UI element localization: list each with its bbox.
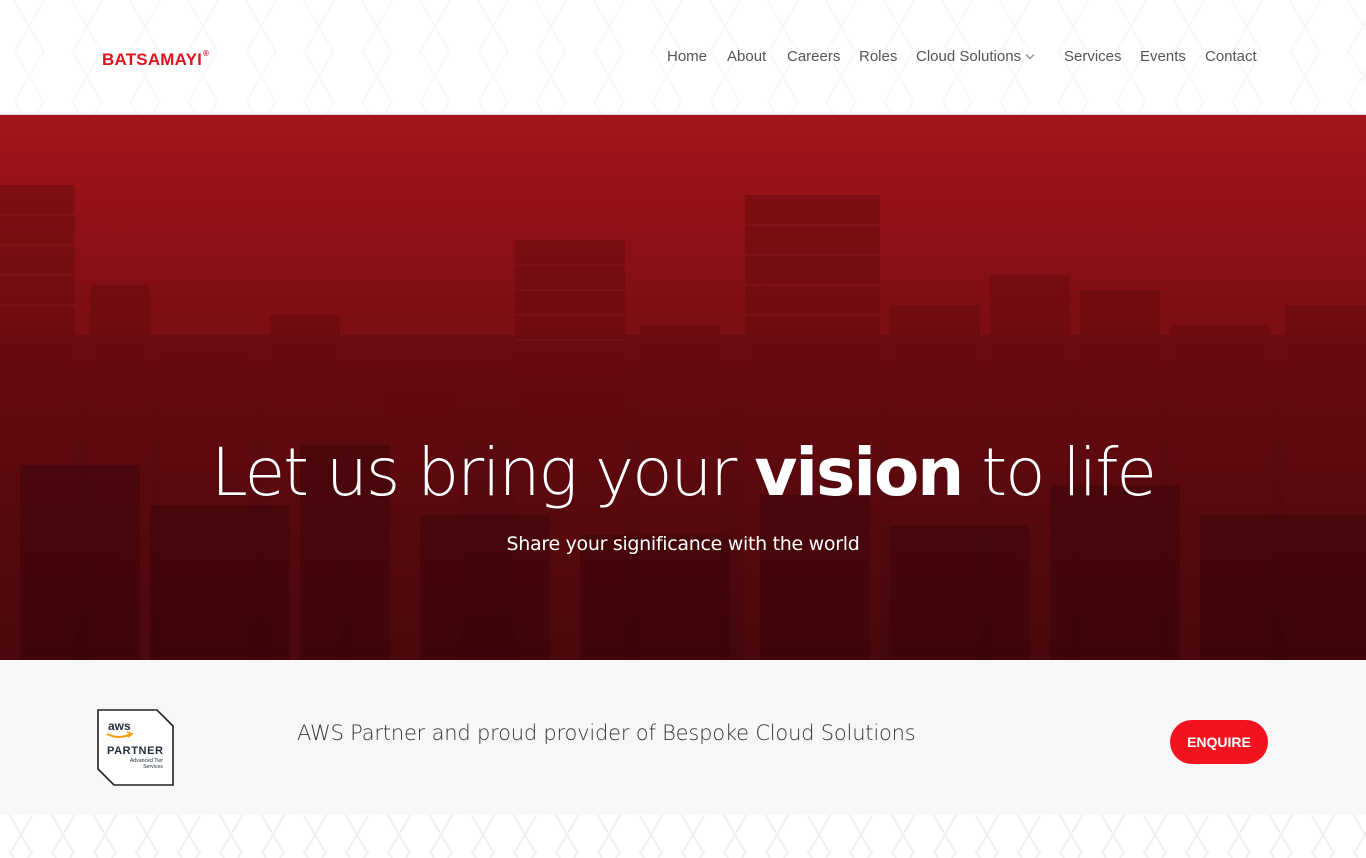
enquire-button[interactable]: ENQUIRE [1170,720,1268,764]
partner-statement: AWS Partner and proud provider of Bespok… [297,721,916,745]
footer-pattern-strip [0,815,1366,858]
hero-title-before: Let us bring your [210,434,755,511]
hero-title-emphasis: vision [754,434,964,511]
nav-item-cloud-solutions-label: Cloud Solutions [916,48,1022,65]
hero-title-after: to life [962,434,1157,511]
nav-item-cloud-solutions[interactable]: Cloud Solutions [916,47,1035,67]
nav-item-careers[interactable]: Careers [787,47,840,67]
main-nav: Home About Careers Roles Cloud Solutions… [0,47,1366,69]
aws-badge-brand: aws [108,719,131,733]
nav-item-contact[interactable]: Contact [1205,47,1257,67]
nav-item-roles[interactable]: Roles [859,47,897,67]
aws-partner-badge: aws PARTNER Advanced Tier Services [97,709,174,786]
aws-badge-services: Services [143,764,163,770]
nav-item-services[interactable]: Services [1064,47,1122,67]
nav-item-about[interactable]: About [727,47,766,67]
chevron-down-icon [1025,50,1035,60]
city-skyline-image [0,115,1366,660]
site-header: BATSAMAYI® Home About Careers Roles Clou… [0,0,1366,115]
hero-slider: Let us bring your vision to life Share y… [0,115,1366,660]
nav-item-home[interactable]: Home [667,47,707,67]
aws-badge-title: PARTNER [107,745,164,757]
hero-subtitle: Share your significance with the world [506,533,860,555]
nav-item-events[interactable]: Events [1140,47,1186,67]
hero-title: Let us bring your vision to life [0,433,1366,513]
